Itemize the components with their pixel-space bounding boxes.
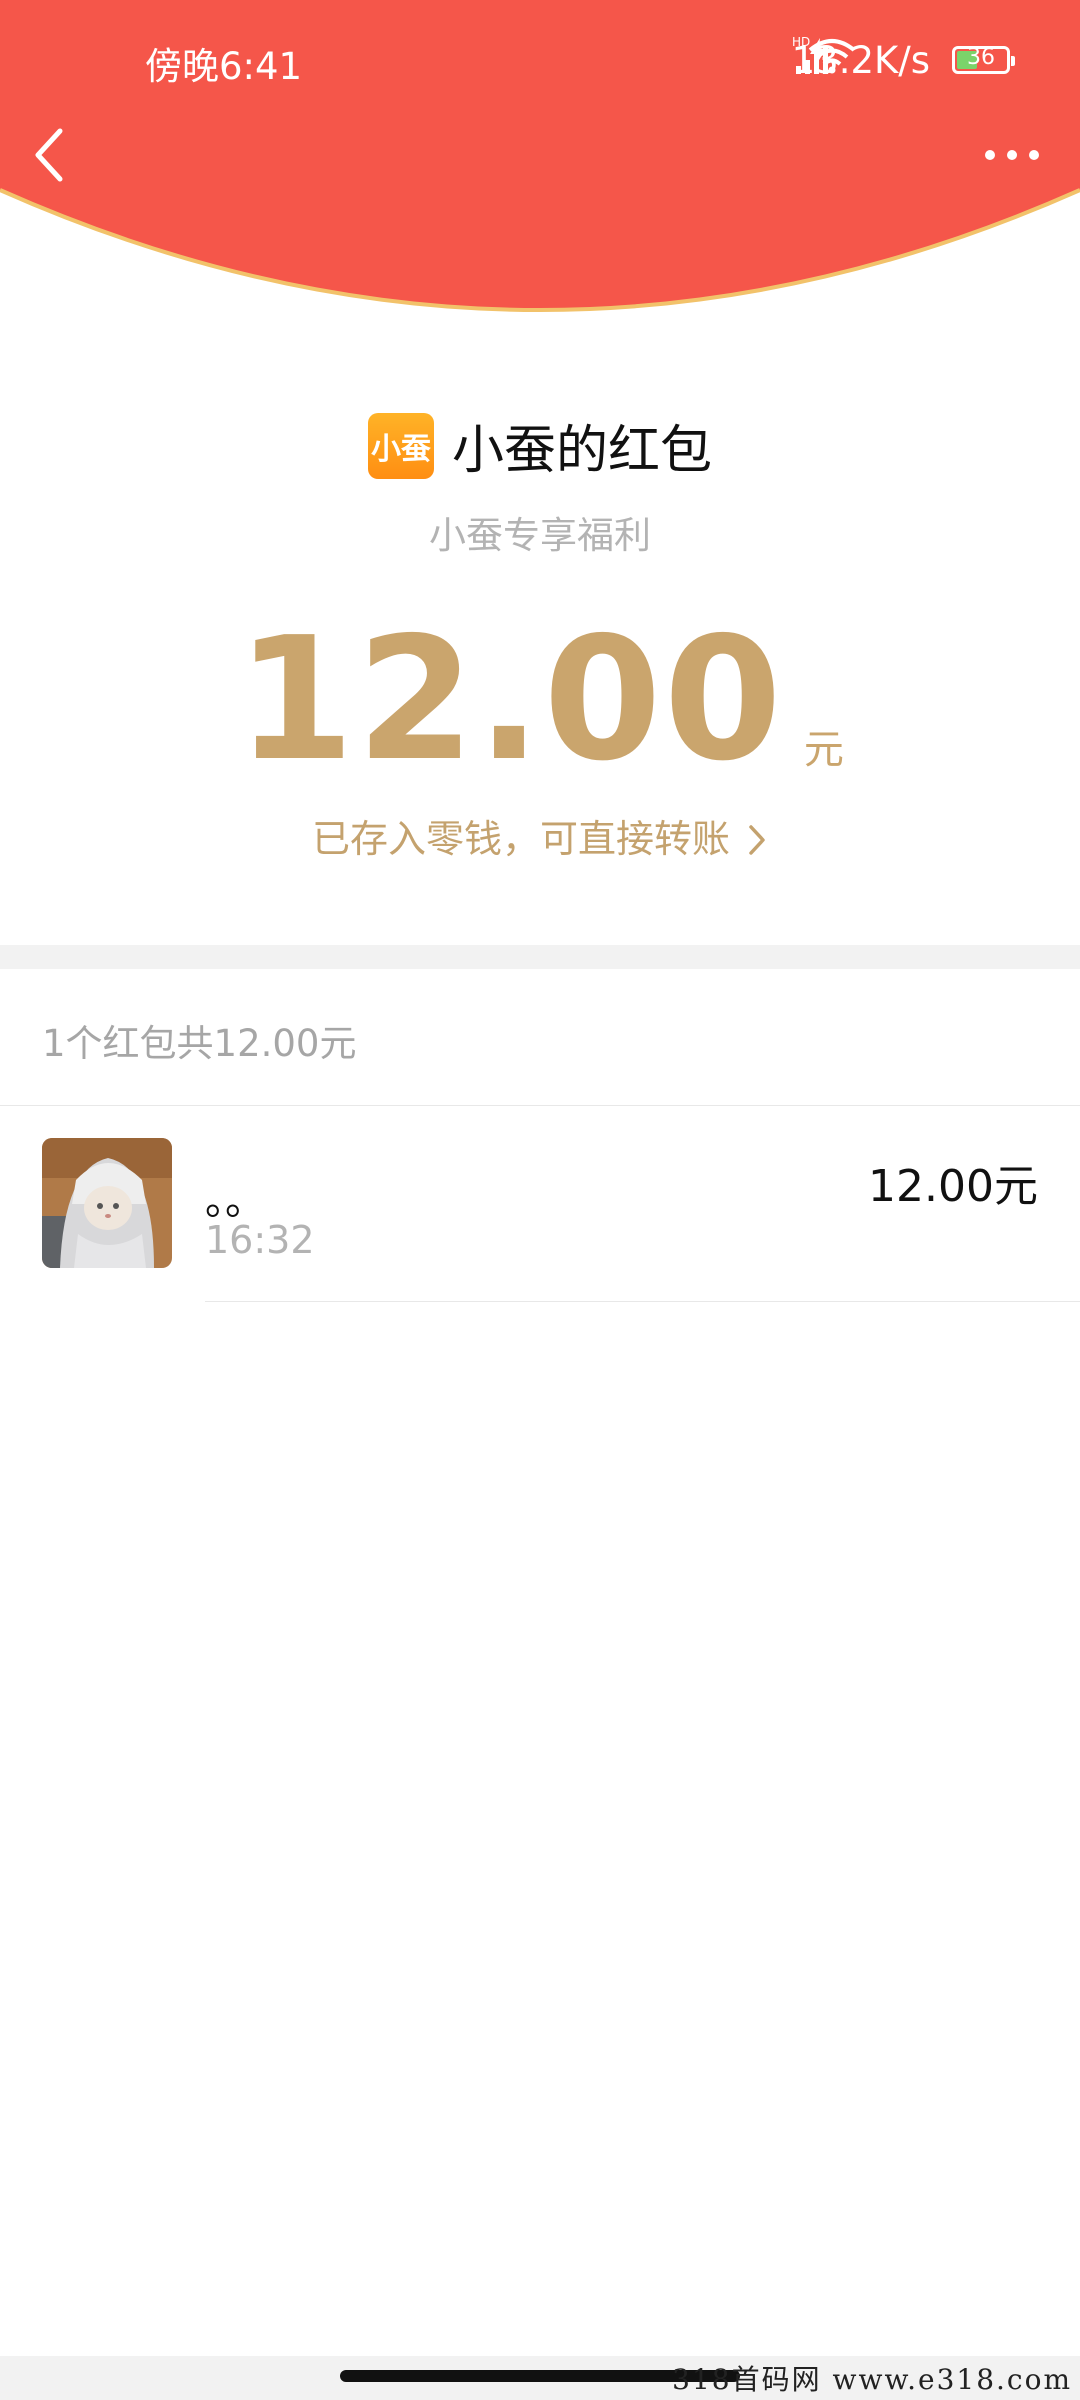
record-time: 16:32 [205,1218,315,1262]
packet-summary: 1个红包共12.00元 [42,1022,357,1065]
chevron-left-icon [35,128,63,182]
app-logo: 小蚕 [367,412,434,479]
watermark: 318首码网 www.e318.com [672,2363,1072,2396]
amount-unit: 元 [803,727,844,773]
record-amount: 12.00元 [868,1161,1038,1212]
status-bar-right: 13.2K/s HD 36 [792,36,1015,84]
packet-subtitle: 小蚕专享福利 [429,514,651,557]
amount-row: 12.00 元 [0,615,1080,785]
more-dots-icon [985,150,1039,160]
section-divider [0,945,1080,969]
deposit-text: 已存入零钱，可直接转账 [311,817,730,861]
divider [205,1301,1080,1302]
battery-icon: 36 [952,45,1015,74]
status-time: 傍晚6:41 [145,45,303,88]
amount-value: 12.00 [236,601,784,799]
divider [0,1105,1080,1106]
battery-level: 36 [967,45,995,70]
sender-row: 小蚕 小蚕的红包 [0,408,1080,483]
back-button[interactable] [30,125,70,185]
chevron-right-icon [749,825,765,855]
packet-title: 小蚕的红包 [451,421,712,481]
avatar [42,1138,172,1268]
cat-avatar-image [42,1138,172,1268]
more-button[interactable] [982,140,1042,170]
deposit-link[interactable]: 已存入零钱，可直接转账 [0,808,1080,863]
red-packet-header: 傍晚6:41 13.2K/s HD 36 [0,0,1080,330]
list-item[interactable]: 。。 16:32 12.00元 [0,1138,1080,1303]
charging-icon [809,38,826,68]
